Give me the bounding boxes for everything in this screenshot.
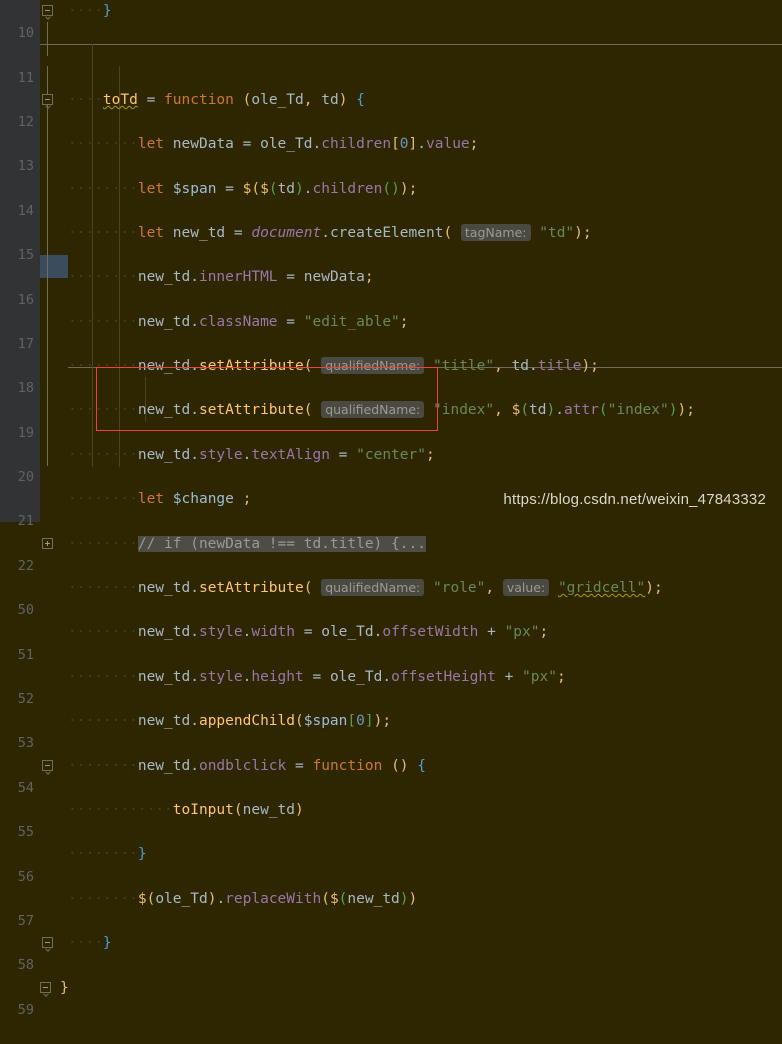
line-code: ········new_td.style.height = ole_Td.off… xyxy=(68,668,566,685)
code-line[interactable]: 57 ········$(ole_Td).replaceWith($(new_t… xyxy=(0,888,782,929)
line-number: 14 xyxy=(17,202,34,219)
line-number: 55 xyxy=(17,824,34,841)
line-code: ········new_td.setAttribute( qualifiedNa… xyxy=(68,579,663,597)
code-line[interactable]: 17 ········new_td.className = "edit_able… xyxy=(0,311,782,352)
inlay-hint: tagName: xyxy=(460,223,531,241)
folded-comment[interactable]: // if (newData !== td.title) {... xyxy=(137,535,426,552)
line-number: 18 xyxy=(17,380,34,397)
line-number: 52 xyxy=(17,691,34,708)
line-number: 11 xyxy=(17,69,34,86)
code-line[interactable]: 18 ········new_td.setAttribute( qualifie… xyxy=(0,355,782,396)
line-number: 15 xyxy=(17,247,34,264)
line-number: 53 xyxy=(17,735,34,752)
line-number: 19 xyxy=(17,424,34,441)
code-line[interactable]: 56 ········} xyxy=(0,843,782,884)
line-number: 13 xyxy=(17,158,34,175)
fold-expand-icon[interactable] xyxy=(42,537,53,549)
code-line[interactable]: 53 ········new_td.appendChild($span[0]); xyxy=(0,710,782,751)
code-line[interactable]: 15 ········let new_td = document.createE… xyxy=(0,222,782,263)
code-lines: 10 ····} 11 12 ····toTd = function (ole_… xyxy=(0,0,782,1018)
code-line[interactable]: 14 ········let $span = $($(td).children(… xyxy=(0,178,782,219)
line-number: 54 xyxy=(17,779,34,796)
fold-toggle-icon[interactable] xyxy=(42,937,53,952)
fold-toggle-icon[interactable] xyxy=(42,759,53,775)
line-number: 58 xyxy=(17,957,34,974)
code-line[interactable]: 60 xyxy=(0,1021,782,1043)
watermark-url: https://blog.csdn.net/weixin_47843332 xyxy=(503,491,766,508)
code-line-folded[interactable]: 22 ········// if (newData !== td.title) … xyxy=(0,533,782,574)
code-line[interactable]: 11 xyxy=(0,44,782,86)
line-number: 17 xyxy=(17,335,34,352)
line-code: ····toTd = function (ole_Td, td) { xyxy=(68,91,365,108)
line-number: 60 xyxy=(0,1043,34,1044)
code-line[interactable]: 16 ········new_td.innerHTML = newData; xyxy=(0,266,782,307)
line-number: 12 xyxy=(17,113,34,130)
code-line[interactable]: 59 } xyxy=(0,977,782,1018)
code-line[interactable]: 58 ····} xyxy=(0,932,782,973)
code-line[interactable]: 51 ········new_td.style.width = ole_Td.o… xyxy=(0,621,782,662)
code-line[interactable]: 10 ····} xyxy=(0,0,782,41)
code-line[interactable]: 54 ········new_td.ondblclick = function … xyxy=(0,755,782,796)
code-editor[interactable]: 10 ····} 11 12 ····toTd = function (ole_… xyxy=(0,0,782,1018)
code-line[interactable]: 13 ········let newData = ole_Td.children… xyxy=(0,133,782,174)
inlay-hint: qualifiedName: xyxy=(321,579,425,597)
line-code: ········new_td.innerHTML = newData; xyxy=(68,269,374,286)
line-code: ········// if (newData !== td.title) {..… xyxy=(68,535,426,552)
line-code: ········new_td.appendChild($span[0]); xyxy=(68,713,392,730)
fold-toggle-icon[interactable] xyxy=(40,981,51,997)
line-number: 20 xyxy=(17,469,34,486)
inlay-hint: qualifiedName: xyxy=(321,401,425,419)
line-number: 16 xyxy=(17,291,34,308)
line-number: 56 xyxy=(17,868,34,885)
line-number: 51 xyxy=(17,646,34,663)
fold-toggle-icon[interactable] xyxy=(42,5,53,20)
line-code: ········$(ole_Td).replaceWith($(new_td)) xyxy=(68,890,418,907)
line-number: 22 xyxy=(17,557,34,574)
line-code: ········new_td.style.textAlign = "center… xyxy=(68,446,435,463)
inlay-hint: qualifiedName: xyxy=(321,357,425,375)
fold-toggle-icon[interactable] xyxy=(42,93,53,109)
line-code: ········new_td.setAttribute( qualifiedNa… xyxy=(68,401,695,419)
code-line[interactable]: 19 ········new_td.setAttribute( qualifie… xyxy=(0,399,782,441)
line-number: 57 xyxy=(17,912,34,929)
code-line[interactable]: 20 ········new_td.style.textAlign = "cen… xyxy=(0,444,782,485)
line-code: ········new_td.className = "edit_able"; xyxy=(68,313,409,330)
line-code: ········let newData = ole_Td.children[0]… xyxy=(68,136,479,153)
line-code: } xyxy=(60,979,69,996)
line-code: ····} xyxy=(68,935,112,952)
line-code: ········new_td.ondblclick = function () … xyxy=(68,757,426,774)
line-code: ········new_td.style.width = ole_Td.offs… xyxy=(68,624,549,641)
code-line[interactable]: 52 ········new_td.style.height = ole_Td.… xyxy=(0,666,782,707)
line-code: ········new_td.setAttribute( qualifiedNa… xyxy=(68,357,599,375)
code-line[interactable]: 50 ········new_td.setAttribute( qualifie… xyxy=(0,577,782,618)
line-number: 50 xyxy=(17,602,34,619)
code-line[interactable]: 55 ············toInput(new_td) xyxy=(0,799,782,840)
code-line[interactable]: 12 ····toTd = function (ole_Td, td) { xyxy=(0,89,782,130)
line-code: ············toInput(new_td) xyxy=(68,801,304,818)
line-code: ········let new_td = document.createElem… xyxy=(68,223,592,241)
inlay-hint: value: xyxy=(502,579,550,597)
line-code: ····} xyxy=(68,3,112,19)
line-number: 10 xyxy=(17,25,34,42)
line-code: ········let $change ; xyxy=(68,491,252,508)
line-code: ········let $span = $($(td).children()); xyxy=(68,180,418,197)
line-code: ········} xyxy=(68,846,147,863)
line-number: 59 xyxy=(17,1001,34,1018)
